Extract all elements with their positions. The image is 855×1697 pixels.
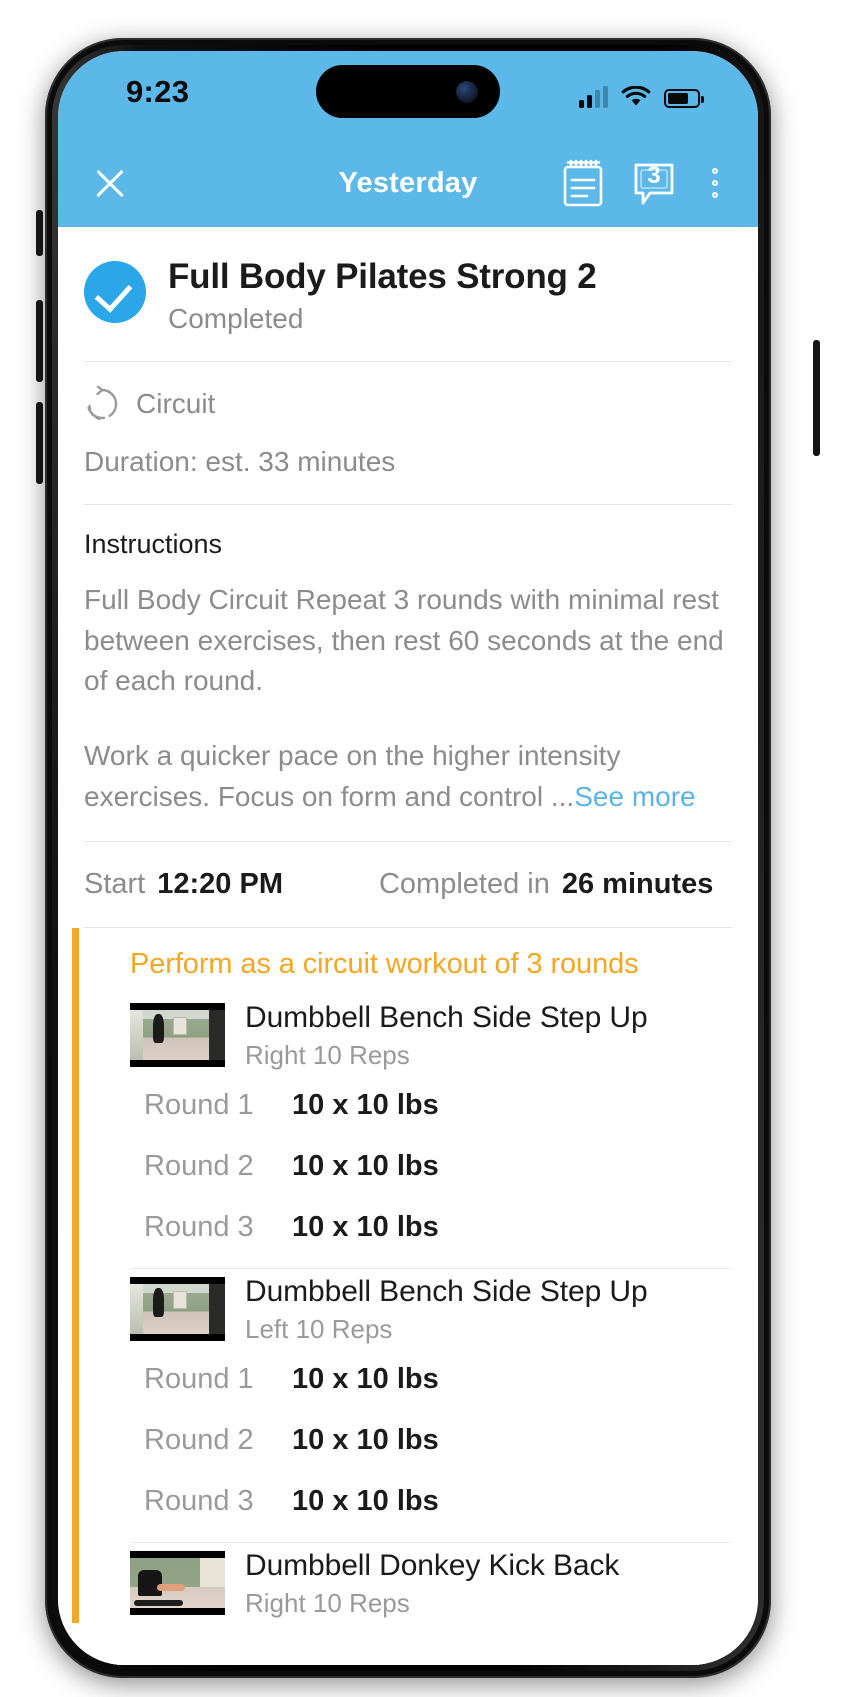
exercise-list: Dumbbell Bench Side Step Up Right 10 Reps… [66,995,758,1623]
round-label: Round 2 [144,1424,254,1457]
battery-icon [664,89,704,108]
times-row: Start 12:20 PM Completed in 26 minutes [58,842,758,927]
workout-duration: Duration: est. 33 minutes [84,446,396,478]
exercise-thumbnail[interactable] [130,1551,225,1616]
dynamic-island [316,65,500,118]
workout-type-label: Circuit [136,388,216,420]
round-row[interactable]: Round 3 10 x 10 lbs [66,1197,758,1258]
see-more-link[interactable]: See more [574,781,695,812]
check-circle-icon [84,261,146,323]
start-label: Start [84,868,146,901]
round-value: 10 x 10 lbs [292,1424,439,1457]
workout-type-row: Circuit [58,362,758,432]
circuit-heading: Perform as a circuit workout of 3 rounds [130,948,639,981]
round-row[interactable]: Round 3 10 x 10 lbs [66,1471,758,1532]
exercise-name: Dumbbell Bench Side Step Up [245,1275,648,1309]
notepad-icon[interactable] [560,158,606,208]
round-value: 10 x 10 lbs [292,1089,439,1122]
round-row[interactable]: Round 1 10 x 10 lbs [66,1075,758,1136]
exercise-thumbnail[interactable] [130,1003,225,1068]
instructions-paragraph-1: Full Body Circuit Repeat 3 rounds with m… [84,584,724,697]
workout-title: Full Body Pilates Strong 2 [168,257,597,296]
round-value: 10 x 10 lbs [292,1363,439,1396]
round-label: Round 3 [144,1211,254,1244]
instructions-block: Instructions Full Body Circuit Repeat 3 … [58,505,758,841]
nav-actions: 3 [560,158,728,208]
front-camera-icon [456,80,478,103]
exercise-row[interactable]: Dumbbell Donkey Kick Back Right 10 Reps [66,1543,758,1623]
round-row[interactable]: Round 2 10 x 10 lbs [66,1136,758,1197]
status-time: 9:23 [126,74,190,109]
nav-bar: Yesterday 3 [58,139,758,227]
phone-screen: 9:23 Yesterday 3 Full Body Pilates Stron… [58,51,758,1665]
instructions-paragraph-2: Work a quicker pace on the higher intens… [84,736,732,817]
comments-count-badge: 3 [647,162,661,189]
wifi-icon [621,86,651,106]
exercise-detail: Right 10 Reps [245,1588,410,1619]
cellular-signal-icon [579,86,608,108]
instructions-paragraph-2-text: Work a quicker pace on the higher intens… [84,740,621,812]
volume-up-button[interactable] [36,300,43,382]
exercise-thumbnail[interactable] [130,1277,225,1342]
exercise-name: Dumbbell Donkey Kick Back [245,1549,620,1583]
round-row[interactable]: Round 1 10 x 10 lbs [66,1349,758,1410]
circuit-accent-bar [72,928,79,1624]
circuit-section: Perform as a circuit workout of 3 rounds… [58,928,758,1624]
round-value: 10 x 10 lbs [292,1485,439,1518]
exercise-name: Dumbbell Bench Side Step Up [245,1001,648,1035]
completed-value: 26 minutes [561,868,714,901]
start-value: 12:20 PM [157,868,283,901]
volume-down-button[interactable] [36,402,43,484]
exercise-detail: Right 10 Reps [245,1040,410,1071]
silent-switch[interactable] [36,210,43,256]
round-label: Round 1 [144,1089,254,1122]
instructions-heading: Instructions [84,529,223,560]
kebab-menu-icon[interactable] [702,161,728,205]
round-label: Round 3 [144,1485,254,1518]
circuit-repeat-icon [86,386,118,421]
round-value: 10 x 10 lbs [292,1211,439,1244]
power-button[interactable] [813,340,820,456]
page-title: Yesterday [338,166,478,199]
exercise-row[interactable]: Dumbbell Bench Side Step Up Right 10 Reps [66,995,758,1075]
workout-header: Full Body Pilates Strong 2 Completed [58,227,758,361]
close-icon[interactable] [88,161,132,205]
chat-bubble-icon[interactable]: 3 [630,159,678,207]
exercise-detail: Left 10 Reps [245,1314,393,1345]
workout-status: Completed [168,303,304,335]
status-bar: 9:23 [58,51,758,139]
round-row[interactable]: Round 2 10 x 10 lbs [66,1410,758,1471]
workout-detail-content: Full Body Pilates Strong 2 Completed Cir… [58,227,758,1665]
exercise-text: Dumbbell Bench Side Step Up Left 10 Reps [245,1273,648,1345]
status-icons [579,78,704,108]
exercise-text: Dumbbell Donkey Kick Back Right 10 Reps [245,1547,619,1619]
round-label: Round 1 [144,1363,254,1396]
exercise-text: Dumbbell Bench Side Step Up Right 10 Reps [245,999,648,1071]
exercise-row[interactable]: Dumbbell Bench Side Step Up Left 10 Reps [66,1269,758,1349]
completed-label: Completed in [378,868,550,901]
round-label: Round 2 [144,1150,254,1183]
round-value: 10 x 10 lbs [292,1150,439,1183]
